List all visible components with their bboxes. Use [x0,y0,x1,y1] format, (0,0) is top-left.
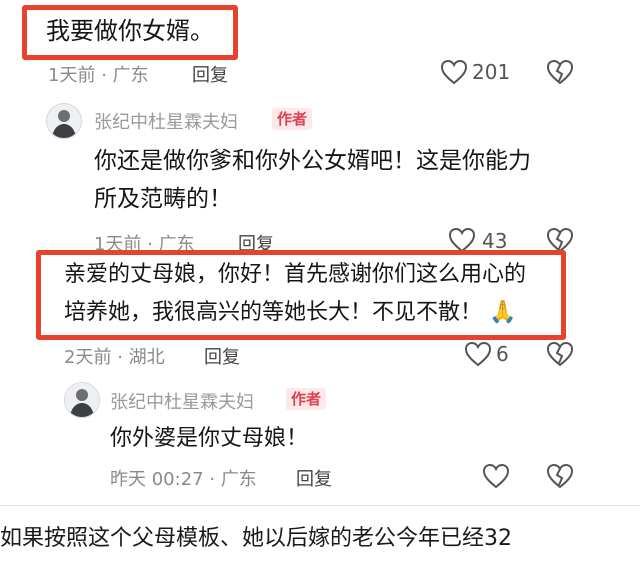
reply-button[interactable]: 回复 [192,61,228,87]
comment-2-meta: 2天前 · 湖北 [64,343,165,369]
avatar-icon [65,383,99,417]
reply-button[interactable]: 回复 [296,465,332,491]
author-badge: 作者 [286,388,327,410]
reply-button[interactable]: 回复 [204,343,240,369]
broken-heart-icon[interactable] [546,341,574,367]
comment-time: 昨天 00:27 [110,469,204,490]
comment-location: 广东 [112,65,149,86]
comment-time: 1天前 [48,65,96,86]
broken-heart-icon[interactable] [546,463,574,489]
like-count: 201 [472,60,511,84]
folded-hands-emoji: 🙏 [489,300,517,325]
comment-time: 2天前 [64,347,112,368]
comment-location: 湖北 [128,347,165,368]
heart-icon[interactable] [464,341,492,367]
divider [0,505,640,506]
reply-2-meta: 昨天 00:27 · 广东 [110,465,257,491]
like-count: 6 [496,342,509,366]
meta-separator: · [209,469,216,490]
comment-2-line-2-text: 培养她，我很高兴的等她长大！不见不散！ [64,300,483,325]
reply-1-line-2: 所及范畴的！ [94,186,232,212]
author-name[interactable]: 张纪中杜星霖夫妇 [110,388,254,414]
reply-1-line-1: 你还是做你爹和你外公女婿吧！这是你能力 [94,148,531,174]
avatar-icon [47,104,81,138]
author-name[interactable]: 张纪中杜星霖夫妇 [94,108,238,134]
avatar[interactable] [46,103,82,139]
comment-1-text: 我要做你女婿。 [46,17,214,45]
comment-2-line-1: 亲爱的丈母娘，你好！首先感谢你们这么用心的 [64,262,527,287]
avatar[interactable] [64,382,100,418]
article-text-line-1: 如果按照这个父母模板、她以后嫁的老公今年已经32 [0,526,512,551]
heart-icon[interactable] [440,59,468,85]
reply-2-text: 你外婆是你丈母娘！ [110,426,309,451]
comment-location: 广东 [220,469,257,490]
meta-separator: · [101,65,107,86]
author-badge: 作者 [272,108,313,130]
comment-1-meta: 1天前 · 广东 [48,61,149,87]
heart-icon[interactable] [482,463,510,489]
meta-separator: · [117,347,123,368]
comment-2-line-2: 培养她，我很高兴的等她长大！不见不散！ 🙏 [64,294,516,332]
broken-heart-icon[interactable] [546,59,574,85]
